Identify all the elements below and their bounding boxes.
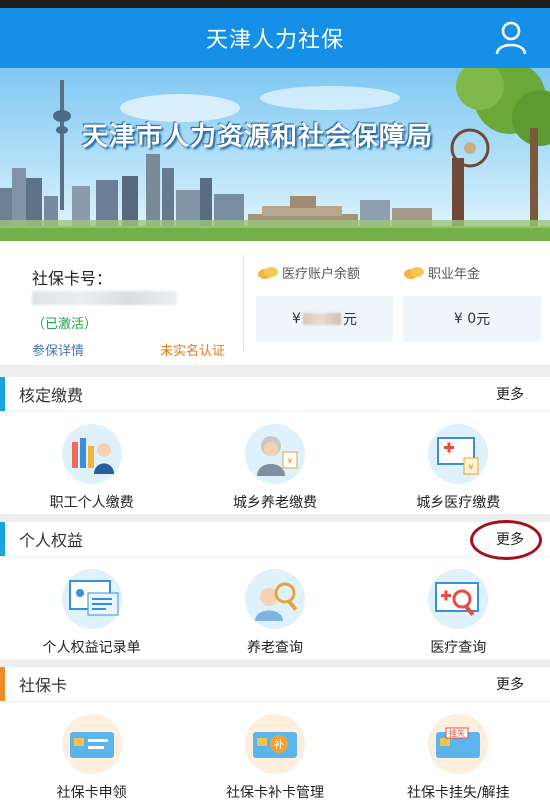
city-skyline-illustration [0,68,550,241]
worker-payment-icon [61,424,122,484]
app-header: 天津人力社保 [0,8,550,68]
annuity-label: 职业年金 [404,263,480,282]
menu-item-pension-query[interactable]: 养老查询 [183,557,366,659]
section-header: 社保卡 更多 [0,667,550,702]
section-title: 社保卡 [19,676,68,695]
section-items: 职工个人缴费 ¥ 城乡养老缴费 ¥ 城乡医疗缴费 [0,412,550,514]
menu-item-card-reissue[interactable]: 补 社保卡补卡管理 [183,702,366,804]
menu-item-rights-record[interactable]: 个人权益记录单 [0,557,183,659]
annuity-text: 职业年金 [428,267,481,282]
menu-item-elderly-payment[interactable]: ¥ 城乡养老缴费 [183,412,366,514]
menu-item-label: 社保卡挂失/解挂 [406,785,510,801]
coins-icon [258,266,278,279]
annuity-balance-value: ¥ 0 [453,311,477,327]
section-items: 个人权益记录单 养老查询 医疗查询 [0,557,550,659]
svg-text:¥: ¥ [287,457,293,467]
menu-item-label: 城乡养老缴费 [232,495,317,511]
medical-account-label: 医疗账户余额 [258,263,360,282]
section-items: 社保卡申领 补 社保卡补卡管理 挂失 社保卡挂失/解挂 [0,702,550,804]
pension-query-icon [244,569,305,629]
section-title: 个人权益 [19,531,84,550]
medical-balance-unit: 元 [342,312,357,328]
status-bar [0,0,550,8]
social-security-card-summary: 社保卡号： （已激活） 参保详情 未实名认证 医疗账户余额 职业年金 ¥ 元 ¥… [0,241,550,365]
user-profile-icon[interactable] [494,20,528,56]
card-number-label: 社保卡号： [32,269,113,288]
medical-balance-masked [302,313,341,325]
menu-item-worker-payment[interactable]: 职工个人缴费 [0,412,183,514]
reissue-badge-text: 补 [274,738,284,751]
section-accent-bar [0,377,5,411]
card-number-masked [32,291,177,305]
more-link[interactable]: 更多 [496,674,524,694]
annuity-balance-unit: 元 [476,312,491,328]
menu-item-label: 个人权益记录单 [42,640,141,656]
insurance-detail-link[interactable]: 参保详情 [32,340,84,359]
menu-item-label: 社保卡申领 [56,785,127,801]
annuity-balance-box[interactable]: ¥ 0 元 [403,296,541,342]
banner: 天津市人力资源和社会保障局 [0,68,550,241]
banner-title: 天津市人力资源和社会保障局 [82,122,434,152]
loss-badge-text: 挂失 [449,728,465,738]
section-accent-bar [0,522,5,556]
menu-item-card-loss[interactable]: 挂失 社保卡挂失/解挂 [367,702,550,804]
divider [243,255,244,351]
section-header: 个人权益 更多 [0,520,550,560]
menu-item-label: 社保卡补卡管理 [225,785,324,801]
medical-balance-prefix: ¥ [292,311,301,327]
medical-query-icon [428,569,489,629]
menu-item-card-apply[interactable]: 社保卡申领 [0,702,183,804]
medical-account-text: 医疗账户余额 [282,267,361,282]
menu-item-label: 医疗查询 [430,640,487,656]
card-apply-icon [61,714,122,774]
highlight-circle [470,520,542,560]
menu-item-label: 养老查询 [246,640,303,656]
section-accent-bar [0,667,5,701]
elderly-payment-icon: ¥ [244,424,305,484]
card-status: （已激活） [32,317,98,332]
menu-item-label: 城乡医疗缴费 [416,495,501,511]
section-title: 核定缴费 [19,386,84,405]
card-reissue-icon: 补 [244,714,305,774]
medical-payment-icon: ¥ [428,424,489,484]
record-icon [61,569,122,629]
section-header: 核定缴费 更多 [0,377,550,412]
section-personal-rights: 个人权益 更多 个人权益记录单 养老查询 医疗查询 [0,520,550,659]
more-link[interactable]: 更多 [496,384,524,404]
coins-icon [404,266,424,279]
menu-item-label: 职工个人缴费 [49,495,134,511]
medical-balance-box[interactable]: ¥ 元 [256,296,393,342]
section-social-card: 社保卡 更多 社保卡申领 补 社保卡补卡管理 挂失 社保卡挂失/解挂 [0,667,550,804]
card-loss-icon: 挂失 [428,714,489,774]
menu-item-medical-payment[interactable]: ¥ 城乡医疗缴费 [367,412,550,514]
app-title: 天津人力社保 [205,28,344,53]
menu-item-medical-query[interactable]: 医疗查询 [367,557,550,659]
section-payment: 核定缴费 更多 职工个人缴费 ¥ 城乡养老缴费 ¥ 城乡医疗缴费 [0,377,550,514]
svg-text:¥: ¥ [468,463,474,473]
real-name-auth-link[interactable]: 未实名认证 [160,340,225,359]
